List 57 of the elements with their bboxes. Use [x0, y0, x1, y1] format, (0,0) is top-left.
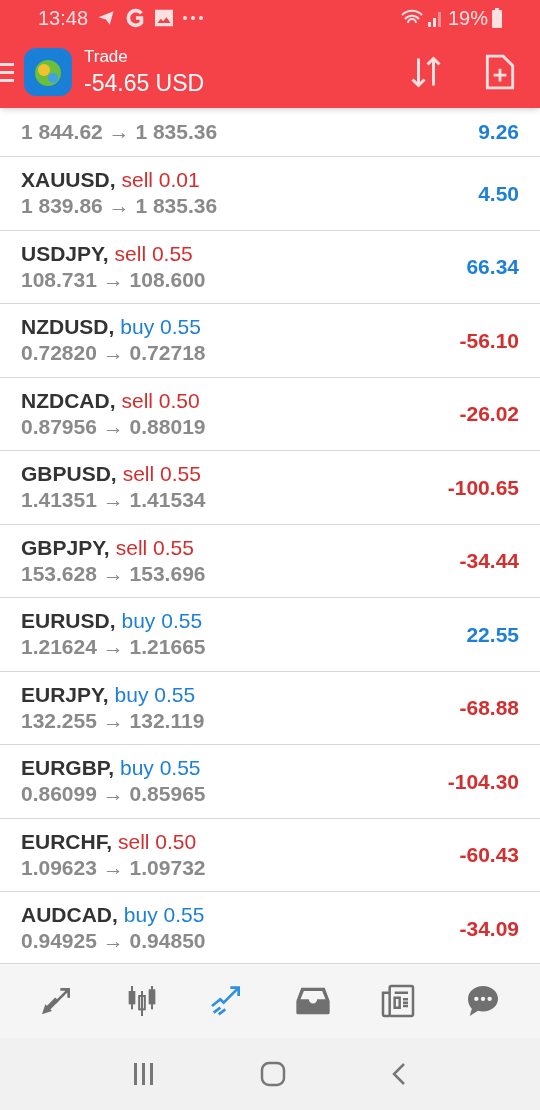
screen-title: Trade: [84, 46, 129, 68]
profit-value: -104.30: [447, 768, 519, 795]
menu-icon[interactable]: [0, 61, 16, 83]
symbol-name: NZDUSD,: [21, 314, 115, 341]
profit-value: -100.65: [447, 474, 519, 501]
order-type: sell 0.55: [115, 534, 194, 561]
order-type: buy 0.55: [121, 608, 203, 635]
price-range: 108.731 → 108.600: [21, 266, 206, 293]
order-type: buy 0.55: [114, 681, 196, 708]
image-icon: [154, 9, 175, 27]
price-range: 1.21624 → 1.21665: [21, 634, 206, 661]
symbol-name: EURGBP,: [21, 755, 114, 782]
more-dots-icon: [182, 15, 205, 21]
app-logo-icon: [24, 48, 72, 96]
symbol-name: USDJPY,: [21, 240, 109, 267]
price-range: 0.94925 → 0.94850: [21, 928, 206, 955]
symbol-name: EURCHF,: [21, 828, 112, 855]
symbol-name: NZDCAD,: [21, 387, 116, 414]
symbol-name: EURUSD,: [21, 608, 116, 635]
symbol-name: AUDCAD,: [21, 902, 118, 929]
order-type: sell 0.55: [114, 240, 193, 267]
price-range: 132.255 → 132.119: [21, 707, 205, 734]
price-range: 0.87956 → 0.88019: [21, 413, 206, 440]
order-type: buy 0.55: [123, 902, 205, 929]
price-range: 153.628 → 153.696: [21, 560, 206, 587]
profit-value: -68.88: [459, 695, 519, 721]
profit-value: -34.09: [459, 915, 519, 942]
profit-value: 9.26: [478, 119, 519, 146]
profit-value: -60.43: [459, 842, 519, 868]
symbol-name: XAUUSD,: [21, 167, 116, 194]
profit-value: -26.02: [459, 401, 519, 427]
price-range: 0.86099 → 0.85965: [21, 781, 206, 808]
price-range: 1 844.62 → 1 835.36: [21, 119, 218, 145]
order-type: sell 0.50: [121, 387, 200, 414]
profit-value: -56.10: [459, 327, 519, 354]
profit-value: 4.50: [478, 180, 519, 207]
profit-value: 22.55: [466, 621, 519, 648]
price-range: 0.72820 → 0.72718: [21, 340, 206, 367]
price-range: 1.41351 → 1.41534: [21, 487, 206, 514]
profit-value: 66.34: [466, 254, 519, 280]
profit-value: -34.44: [459, 548, 519, 574]
symbol-name: GBPJPY,: [21, 534, 110, 561]
status-time: 13:48: [38, 6, 89, 31]
symbol-name: EURJPY,: [21, 681, 109, 708]
order-type: buy 0.55: [120, 314, 201, 341]
order-type: sell 0.55: [122, 461, 201, 488]
price-range: 1.09623 → 1.09732: [21, 854, 206, 881]
balance-value: -54.65 USD: [84, 69, 205, 98]
price-range: 1 839.86 → 1 835.36: [21, 193, 218, 220]
new-order-icon[interactable]: [484, 53, 516, 91]
order-type: buy 0.55: [120, 755, 201, 782]
battery-percent: 19%: [447, 6, 488, 31]
order-type: sell 0.50: [118, 828, 197, 855]
battery-icon: [492, 8, 502, 28]
order-type: sell 0.01: [121, 167, 200, 194]
symbol-name: GBPUSD,: [21, 461, 117, 488]
home-icon[interactable]: [260, 1061, 286, 1087]
